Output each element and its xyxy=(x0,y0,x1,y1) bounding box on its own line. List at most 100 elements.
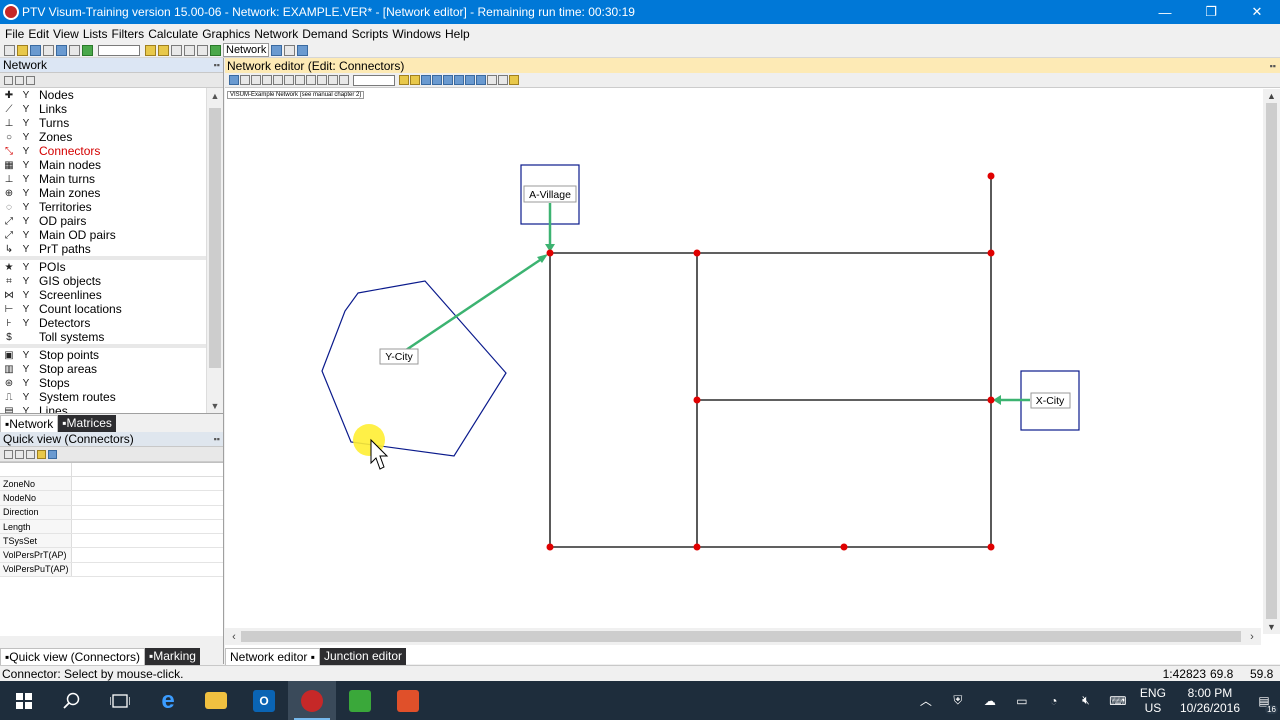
network-item-connectors[interactable]: ⤡ Y Connectors xyxy=(0,144,223,158)
panel-icon[interactable] xyxy=(297,44,309,56)
qv-save-icon[interactable] xyxy=(48,449,57,459)
visum-taskbar-icon[interactable] xyxy=(288,681,336,720)
tab-junction-editor[interactable]: Junction editor xyxy=(319,648,407,665)
pointer-icon[interactable] xyxy=(15,75,24,85)
filter-icon[interactable]: Y xyxy=(21,146,31,157)
network-item-lines[interactable]: ▤ Y Lines xyxy=(0,404,223,414)
zoom-all-icon[interactable] xyxy=(465,75,475,85)
outlook-icon[interactable]: O xyxy=(240,681,288,720)
keyboard-icon[interactable]: ⌨ xyxy=(1102,694,1134,708)
menu-filters[interactable]: Filters xyxy=(112,27,145,41)
network-item-toll-systems[interactable]: $ Toll systems xyxy=(0,330,223,344)
graphics-icon[interactable] xyxy=(197,44,208,56)
previous-view-icon[interactable] xyxy=(476,75,486,85)
filter-icon[interactable]: Y xyxy=(21,378,31,389)
filter-icon[interactable]: Y xyxy=(21,244,31,255)
menu-help[interactable]: Help xyxy=(445,27,470,41)
filter-icon[interactable]: Y xyxy=(21,188,31,199)
redo-icon[interactable] xyxy=(69,44,80,56)
menu-view[interactable]: View xyxy=(53,27,79,41)
filter-icon[interactable]: Y xyxy=(21,262,31,273)
editor-combo[interactable] xyxy=(353,74,395,86)
list-view-icon[interactable] xyxy=(240,75,250,85)
save-icon[interactable] xyxy=(30,44,41,56)
menu-network[interactable]: Network xyxy=(254,27,298,41)
menu-edit[interactable]: Edit xyxy=(28,27,49,41)
toolbar-combo[interactable] xyxy=(98,44,140,56)
clock[interactable]: 8:00 PM 10/26/2016 xyxy=(1172,686,1248,716)
network-item-main-od-pairs[interactable]: ⤢ Y Main OD pairs xyxy=(0,228,223,242)
pan-left-icon[interactable] xyxy=(443,75,453,85)
camtasia-recorder-icon[interactable] xyxy=(384,681,432,720)
tab-network[interactable]: ▪Network xyxy=(0,415,59,432)
network-item-stop-points[interactable]: ▣ Y Stop points xyxy=(0,348,223,362)
filter-icon[interactable]: Y xyxy=(21,276,31,287)
editor-scroll-right-icon[interactable]: › xyxy=(1245,628,1259,645)
network-item-main-turns[interactable]: ⊥ Y Main turns xyxy=(0,172,223,186)
qv-select-icon[interactable] xyxy=(4,449,13,459)
network-item-screenlines[interactable]: ⋈ Y Screenlines xyxy=(0,288,223,302)
filter-icon[interactable]: Y xyxy=(21,406,31,414)
filter-icon[interactable]: Y xyxy=(21,174,31,185)
pencil-icon[interactable] xyxy=(509,75,519,85)
new-icon[interactable] xyxy=(4,44,15,56)
legend-icon[interactable] xyxy=(317,75,327,85)
edge-browser-icon[interactable]: e xyxy=(144,681,192,720)
network-item-main-nodes[interactable]: ▦ Y Main nodes xyxy=(0,158,223,172)
zoom-in-icon[interactable] xyxy=(421,75,431,85)
filter-icon[interactable]: Y xyxy=(21,290,31,301)
language-indicator[interactable]: ENG US xyxy=(1134,686,1172,716)
menu-demand[interactable]: Demand xyxy=(302,27,347,41)
editor-folder-icon[interactable] xyxy=(399,75,409,85)
filter-editor-icon[interactable] xyxy=(273,75,283,85)
network-item-system-routes[interactable]: ⎍ Y System routes xyxy=(0,390,223,404)
expand-icon[interactable] xyxy=(4,75,13,85)
filter-icon[interactable]: Y xyxy=(21,90,31,101)
editor-scroll-left-icon[interactable]: ‹ xyxy=(227,628,241,645)
battery-icon[interactable]: ▭ xyxy=(1006,694,1038,708)
menu-windows[interactable]: Windows xyxy=(392,27,441,41)
editor-save-icon[interactable] xyxy=(410,75,420,85)
filter-icon[interactable]: Y xyxy=(21,132,31,143)
editor-pin-icon[interactable]: ▪▪ xyxy=(1270,61,1276,71)
filter-icon[interactable]: Y xyxy=(21,160,31,171)
cloud-icon[interactable]: ☁ xyxy=(974,694,1006,708)
network-item-main-zones[interactable]: ⊕ Y Main zones xyxy=(0,186,223,200)
qv-open-icon[interactable] xyxy=(37,449,46,459)
network-item-prt-paths[interactable]: ↳ Y PrT paths xyxy=(0,242,223,256)
table-icon[interactable] xyxy=(210,44,221,56)
maximize-button[interactable]: ❐ xyxy=(1188,0,1234,24)
menu-scripts[interactable]: Scripts xyxy=(352,27,389,41)
visum-app-icon[interactable] xyxy=(3,4,19,20)
table-view-icon[interactable] xyxy=(295,75,305,85)
editor-hscroll-thumb[interactable] xyxy=(241,631,1241,642)
network-canvas[interactable]: VISUM-Example Network (see manual chapte… xyxy=(225,89,1261,634)
network-item-nodes[interactable]: ✚ Y Nodes xyxy=(0,88,223,102)
binoculars-icon[interactable] xyxy=(229,75,239,85)
edit-icon[interactable] xyxy=(284,75,294,85)
filter-icon[interactable]: Y xyxy=(21,364,31,375)
pin-icon[interactable]: ▪▪ xyxy=(214,60,220,70)
run-icon[interactable] xyxy=(82,44,93,56)
network-item-od-pairs[interactable]: ⤢ Y OD pairs xyxy=(0,214,223,228)
notifications-icon[interactable]: ▤ 16 xyxy=(1248,694,1280,714)
network-item-stops[interactable]: ⊛ Y Stops xyxy=(0,376,223,390)
filter-icon[interactable]: Y xyxy=(21,216,31,227)
menu-calculate[interactable]: Calculate xyxy=(148,27,198,41)
scroll-up-icon[interactable]: ▲ xyxy=(207,88,223,104)
open-icon[interactable] xyxy=(17,44,28,56)
network-toolbar-label[interactable]: Network xyxy=(223,43,270,57)
show-hidden-icons-icon[interactable]: ︿ xyxy=(910,692,942,709)
filter-icon[interactable]: Y xyxy=(21,304,31,315)
filter-icon[interactable]: Y xyxy=(21,202,31,213)
network-item-stop-areas[interactable]: ▥ Y Stop areas xyxy=(0,362,223,376)
editor-vscroll-thumb[interactable] xyxy=(1266,103,1277,619)
graphic-param-icon[interactable] xyxy=(306,75,316,85)
undo-icon[interactable] xyxy=(56,44,67,56)
zoom-out-icon[interactable] xyxy=(432,75,442,85)
qv-copy-icon[interactable] xyxy=(15,449,24,459)
editor-vertical-scrollbar[interactable]: ▲ ▼ xyxy=(1263,89,1280,634)
network-item-territories[interactable]: ◌ Y Territories xyxy=(0,200,223,214)
network-item-count-locations[interactable]: ⊢ Y Count locations xyxy=(0,302,223,316)
quick-view-pin-icon[interactable]: ▪▪ xyxy=(214,434,220,444)
